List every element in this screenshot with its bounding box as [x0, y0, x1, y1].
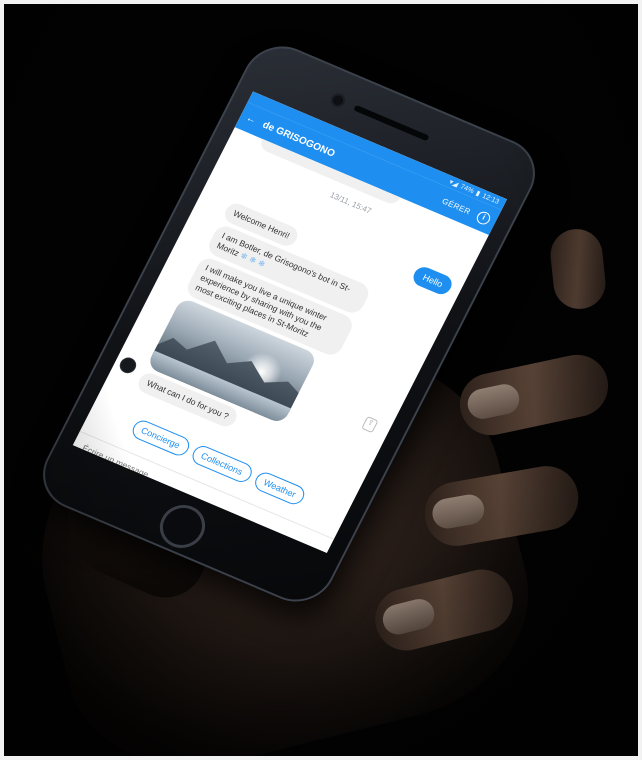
- bot-avatar: [118, 356, 138, 375]
- finger-index: [454, 349, 614, 441]
- quick-reply-weather[interactable]: Weather: [251, 469, 309, 508]
- front-camera-icon: [331, 93, 345, 107]
- fingernail: [464, 381, 523, 422]
- photo-frame: ▾◢ 74% ▮ 12:13 ← de GRISOGONO GÉRER i 13…: [0, 0, 642, 760]
- manage-button[interactable]: GÉRER: [441, 196, 473, 216]
- outgoing-message: Hello: [410, 264, 456, 298]
- earpiece-speaker: [353, 104, 430, 142]
- quick-reply-concierge[interactable]: Concierge: [128, 417, 193, 459]
- home-button[interactable]: [152, 498, 213, 555]
- index-finger-top: [547, 226, 609, 312]
- signal-icon: ▾◢: [447, 178, 460, 189]
- fingernail: [379, 595, 438, 638]
- quick-reply-collections[interactable]: Collections: [188, 442, 255, 485]
- info-icon[interactable]: i: [474, 209, 493, 226]
- arrow-left-icon[interactable]: ←: [244, 112, 258, 126]
- fingernail: [430, 492, 487, 531]
- share-icon[interactable]: ⇪: [361, 415, 379, 434]
